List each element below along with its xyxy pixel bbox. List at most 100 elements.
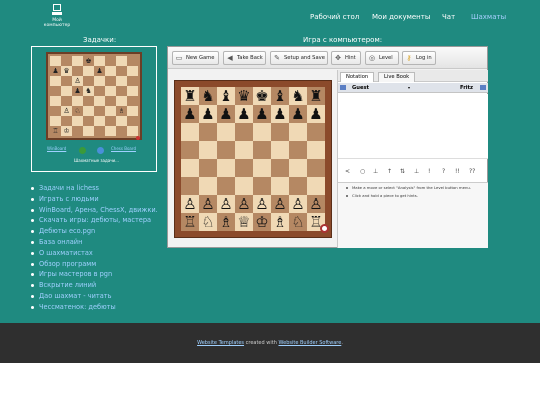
puzzle-square[interactable] bbox=[94, 76, 105, 86]
menu-link[interactable]: Задачи на lichess bbox=[31, 183, 158, 194]
board-square[interactable]: ♗ bbox=[217, 213, 235, 231]
board-square[interactable]: ♔ bbox=[253, 213, 271, 231]
board-square[interactable] bbox=[289, 123, 307, 141]
puzzle-square[interactable] bbox=[72, 96, 83, 106]
board-square[interactable]: ♟ bbox=[289, 105, 307, 123]
board-square[interactable]: ♜ bbox=[307, 87, 325, 105]
analysis-control-button[interactable]: !! bbox=[455, 165, 460, 179]
puzzle-square[interactable]: ♙ bbox=[61, 106, 72, 116]
puzzle-square[interactable] bbox=[116, 116, 127, 126]
puzzle-square[interactable] bbox=[116, 126, 127, 136]
board-square[interactable]: ♟ bbox=[271, 105, 289, 123]
board-square[interactable] bbox=[181, 177, 199, 195]
menu-link[interactable]: Чессматенок: дебюты bbox=[31, 302, 158, 313]
puzzle-square[interactable] bbox=[116, 86, 127, 96]
puzzle-square[interactable] bbox=[105, 76, 116, 86]
puzzle-square[interactable] bbox=[50, 106, 61, 116]
menu-link[interactable]: Играть с людьми bbox=[31, 194, 158, 205]
puzzle-square[interactable] bbox=[105, 86, 116, 96]
puzzle-square[interactable] bbox=[72, 56, 83, 66]
puzzle-square[interactable] bbox=[83, 66, 94, 76]
menu-link[interactable]: Обзор программ bbox=[31, 259, 158, 270]
login-button[interactable]: ⚷ Log in bbox=[402, 51, 436, 65]
new-game-button[interactable]: ▭ New Game bbox=[172, 51, 219, 65]
analysis-control-button[interactable]: ⊥ bbox=[414, 165, 419, 179]
puzzle-square[interactable] bbox=[116, 76, 127, 86]
puzzle-square[interactable]: ♛ bbox=[61, 66, 72, 76]
tab-notation[interactable]: Notation bbox=[340, 72, 375, 82]
take-back-button[interactable]: ◀ Take Back bbox=[223, 51, 266, 65]
level-button[interactable]: ◎ Level bbox=[365, 51, 399, 65]
board-square[interactable]: ♛ bbox=[235, 87, 253, 105]
board-square[interactable]: ♕ bbox=[235, 213, 253, 231]
puzzle-square[interactable] bbox=[61, 76, 72, 86]
puzzle-square[interactable] bbox=[50, 76, 61, 86]
board-square[interactable] bbox=[271, 177, 289, 195]
board-square[interactable]: ♟ bbox=[235, 105, 253, 123]
puzzle-square[interactable] bbox=[127, 96, 138, 106]
chess-board-link[interactable]: Chess Board bbox=[111, 146, 136, 151]
analysis-control-button[interactable]: < bbox=[345, 165, 350, 179]
puzzle-square[interactable] bbox=[127, 86, 138, 96]
nav-my-documents[interactable]: Мои документы bbox=[372, 13, 430, 21]
puzzle-square[interactable] bbox=[105, 66, 116, 76]
analysis-control-button[interactable]: ⊥ bbox=[373, 165, 378, 179]
puzzle-square[interactable] bbox=[72, 126, 83, 136]
puzzle-square[interactable] bbox=[61, 116, 72, 126]
puzzle-square[interactable] bbox=[127, 106, 138, 116]
board-square[interactable] bbox=[181, 159, 199, 177]
puzzle-square[interactable]: ♖ bbox=[50, 126, 61, 136]
puzzle-square[interactable]: ♘ bbox=[72, 106, 83, 116]
board-square[interactable] bbox=[217, 159, 235, 177]
analysis-control-button[interactable]: ↑ bbox=[387, 165, 392, 179]
board-square[interactable] bbox=[253, 123, 271, 141]
puzzle-square[interactable] bbox=[61, 96, 72, 106]
board-square[interactable] bbox=[271, 123, 289, 141]
board-square[interactable]: ♖ bbox=[181, 213, 199, 231]
tab-live-book[interactable]: Live Book bbox=[378, 72, 416, 82]
menu-link[interactable]: О шахматистах bbox=[31, 248, 158, 259]
board-square[interactable] bbox=[235, 141, 253, 159]
puzzle-square[interactable] bbox=[127, 56, 138, 66]
board-square[interactable]: ♟ bbox=[253, 105, 271, 123]
green-icon[interactable] bbox=[79, 147, 86, 154]
puzzle-square[interactable]: ♟ bbox=[94, 66, 105, 76]
board-square[interactable]: ♚ bbox=[253, 87, 271, 105]
menu-link[interactable]: Дао шахмат - читать bbox=[31, 291, 158, 302]
board-square[interactable] bbox=[289, 159, 307, 177]
puzzle-square[interactable] bbox=[94, 126, 105, 136]
board-square[interactable]: ♙ bbox=[307, 195, 325, 213]
board-square[interactable]: ♟ bbox=[217, 105, 235, 123]
board-square[interactable] bbox=[199, 123, 217, 141]
board-square[interactable]: ♜ bbox=[181, 87, 199, 105]
puzzle-square[interactable] bbox=[105, 96, 116, 106]
menu-link[interactable]: Скачать игры: дебюты, мастера bbox=[31, 215, 158, 226]
board-square[interactable] bbox=[307, 141, 325, 159]
board-square[interactable]: ♟ bbox=[181, 105, 199, 123]
board-square[interactable]: ♞ bbox=[289, 87, 307, 105]
board-square[interactable] bbox=[217, 177, 235, 195]
menu-link[interactable]: Дебюты eco.pgn bbox=[31, 226, 158, 237]
puzzle-square[interactable]: ♚ bbox=[83, 56, 94, 66]
nav-chat[interactable]: Чат bbox=[442, 13, 455, 21]
puzzle-square[interactable] bbox=[61, 86, 72, 96]
board-square[interactable] bbox=[199, 159, 217, 177]
puzzle-square[interactable]: ♞ bbox=[83, 86, 94, 96]
puzzle-square[interactable] bbox=[105, 106, 116, 116]
board-square[interactable]: ♝ bbox=[271, 87, 289, 105]
board-square[interactable]: ♗ bbox=[271, 213, 289, 231]
puzzle-square[interactable]: ♗ bbox=[116, 106, 127, 116]
analysis-control-button[interactable]: ! bbox=[428, 165, 430, 179]
my-computer-shortcut[interactable]: Мой компьютер bbox=[42, 4, 72, 28]
board-square[interactable] bbox=[217, 141, 235, 159]
board-square[interactable]: ♘ bbox=[199, 213, 217, 231]
board-square[interactable]: ♙ bbox=[235, 195, 253, 213]
board-square[interactable]: ♙ bbox=[217, 195, 235, 213]
winboard-link[interactable]: WinBoard bbox=[47, 146, 66, 151]
board-square[interactable]: ♞ bbox=[199, 87, 217, 105]
puzzle-square[interactable] bbox=[83, 126, 94, 136]
puzzle-square[interactable] bbox=[105, 56, 116, 66]
puzzle-square[interactable] bbox=[83, 76, 94, 86]
board-square[interactable] bbox=[217, 123, 235, 141]
puzzle-square[interactable]: ♟ bbox=[72, 86, 83, 96]
